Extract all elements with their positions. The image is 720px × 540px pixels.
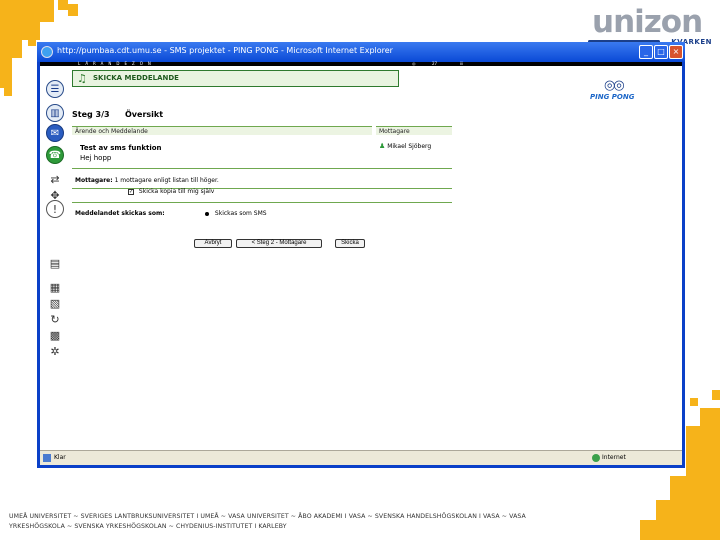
radio-selected-icon[interactable] bbox=[205, 211, 209, 216]
browser-window: http://pumbaa.cdt.umu.se - SMS projektet… bbox=[37, 42, 685, 468]
message-body: Hej hopp bbox=[80, 154, 112, 162]
decor-block bbox=[28, 40, 36, 46]
recipient-summary-text: 1 mottagare enligt listan till höger. bbox=[114, 177, 219, 184]
abort-button[interactable]: Avbryt bbox=[194, 239, 232, 248]
copy-option[interactable]: ✓ Skicka kopia till mig själv bbox=[128, 188, 214, 195]
subject-section-label: Ärende och Meddelande bbox=[75, 128, 148, 135]
alert-icon[interactable]: ! bbox=[46, 200, 64, 218]
divider bbox=[72, 202, 452, 203]
back-to-step2-button[interactable]: < Steg 2 - Mottagare bbox=[236, 239, 322, 248]
maximize-button[interactable]: □ bbox=[654, 45, 668, 59]
decor-block bbox=[690, 398, 698, 406]
decor-block bbox=[640, 520, 656, 540]
ie-icon bbox=[41, 46, 53, 58]
lararzon-strip: LÄRANDEZON ◎ 27 iii bbox=[40, 61, 682, 66]
pingpong-wordmark: PING PONG bbox=[590, 93, 635, 101]
browser-statusbar: Klar Internet bbox=[40, 450, 682, 465]
browser-titlebar[interactable]: http://pumbaa.cdt.umu.se - SMS projektet… bbox=[37, 42, 685, 62]
logo-wordmark: unizon bbox=[592, 4, 703, 40]
zone-text: Internet bbox=[602, 454, 626, 461]
strip-menu-icon[interactable]: iii bbox=[460, 61, 463, 66]
send-as-value: Skickas som SMS bbox=[214, 210, 267, 217]
recipients-section-label: Mottagare bbox=[379, 128, 410, 135]
status-text: Klar bbox=[54, 454, 66, 461]
settings-icon[interactable]: ✲ bbox=[46, 342, 64, 360]
close-button[interactable]: × bbox=[669, 45, 683, 59]
strip-label: LÄRANDEZON bbox=[78, 61, 156, 66]
copy-label: Skicka kopia till mig själv bbox=[138, 188, 215, 195]
step-title: Översikt bbox=[125, 110, 164, 119]
recipient-summary-label: Mottagare: bbox=[75, 177, 113, 184]
step-indicator: Steg 3/3 bbox=[72, 110, 110, 119]
decor-block bbox=[4, 88, 12, 96]
divider bbox=[72, 168, 452, 169]
left-toolbar: ☰ ▥ ✉ ☎ ⇄ ✥ ! ▤ ▦ ▧ ↻ ▩ ✲ bbox=[40, 66, 68, 444]
page-icon bbox=[43, 454, 51, 462]
decor-block bbox=[0, 58, 12, 88]
message-icon[interactable]: ☎ bbox=[46, 146, 64, 164]
page-title: SKICKA MEDDELANDE bbox=[93, 74, 179, 82]
send-button[interactable]: Skicka bbox=[335, 239, 365, 248]
message-subject: Test av sms funktion bbox=[80, 144, 162, 152]
book-icon[interactable]: ▥ bbox=[46, 104, 64, 122]
decor-block bbox=[58, 0, 68, 10]
decor-block bbox=[656, 500, 720, 540]
pingpong-icon: ♫ bbox=[77, 72, 87, 85]
page-header: ♫ SKICKA MEDDELANDE bbox=[72, 70, 399, 87]
decor-block bbox=[40, 0, 54, 22]
slide: unizon KVARKEN http://pumbaa.cdt.umu.se … bbox=[0, 0, 720, 540]
recipient-name: Mikael Sjöberg bbox=[387, 143, 432, 150]
decor-block bbox=[0, 0, 22, 58]
recipients-section-header: Mottagare bbox=[376, 126, 452, 135]
decor-block bbox=[68, 4, 78, 16]
decor-block bbox=[22, 0, 40, 40]
send-as-option[interactable]: Skickas som SMS bbox=[205, 210, 267, 217]
subject-section-header: Ärende och Meddelande bbox=[72, 126, 372, 135]
recipient-item[interactable]: ♟ Mikael Sjöberg bbox=[379, 142, 431, 150]
chat-icon[interactable]: ✉ bbox=[46, 124, 64, 142]
send-as-label: Meddelandet skickas som: bbox=[75, 210, 165, 217]
decor-block bbox=[700, 408, 720, 426]
strip-counter: 27 bbox=[432, 61, 438, 66]
recipient-summary: Mottagare: 1 mottagare enligt listan til… bbox=[75, 177, 219, 184]
internet-zone-icon bbox=[592, 454, 600, 462]
window-title: http://pumbaa.cdt.umu.se - SMS projektet… bbox=[57, 46, 393, 55]
list-icon[interactable]: ☰ bbox=[46, 80, 64, 98]
person-icon: ♟ bbox=[379, 142, 386, 150]
pingpong-globes-icon: ◎◎ bbox=[604, 78, 625, 93]
decor-block bbox=[712, 390, 720, 400]
pingpong-logo: ◎◎ PING PONG bbox=[590, 78, 656, 106]
strip-icon[interactable]: ◎ bbox=[412, 61, 416, 66]
copy-checkbox[interactable]: ✓ bbox=[128, 188, 134, 195]
partner-footer: UMEÅ UNIVERSITET ~ SVERIGES LANTBRUKSUNI… bbox=[9, 513, 526, 530]
minimize-button[interactable]: _ bbox=[639, 45, 653, 59]
document-icon[interactable]: ▤ bbox=[46, 254, 64, 272]
